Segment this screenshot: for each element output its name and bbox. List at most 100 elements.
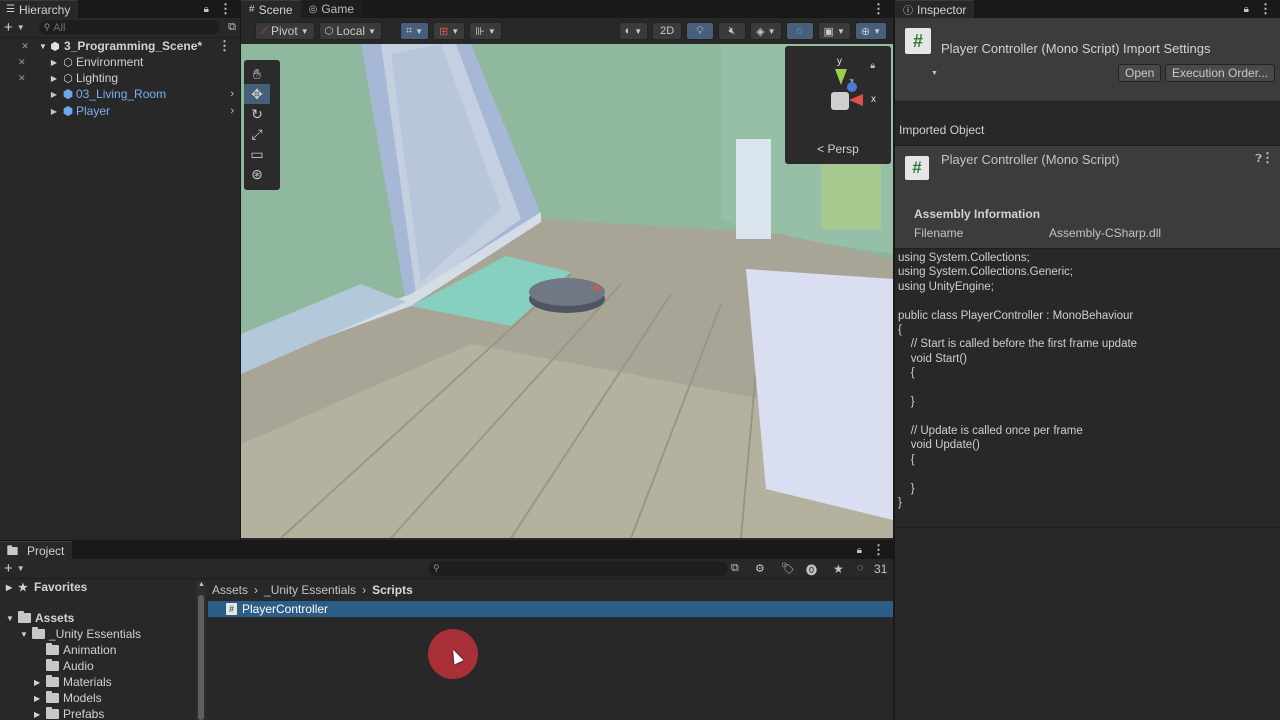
scene-viewport[interactable]: ✋︎ ✥ ↻ ⤢ ▭ ⊛ 🔒︎ y z x < Persp	[241, 44, 893, 538]
star-icon[interactable]: ★	[833, 562, 844, 576]
hand-tool-icon[interactable]: ✋︎	[244, 64, 270, 84]
lock-icon[interactable]: 🔒︎	[857, 545, 862, 556]
chevron-down-icon[interactable]: ▼	[17, 564, 25, 573]
hierarchy-item-lighting[interactable]: ✕ ▶ ⬡ Lighting	[0, 70, 240, 86]
move-tool-icon[interactable]: ✥	[244, 84, 270, 104]
tree-item-prefabs[interactable]: ▶ Prefabs	[0, 706, 196, 720]
filter-by-label-icon[interactable]: ⚙︎	[755, 562, 765, 575]
cube-icon: ⬡	[324, 25, 334, 37]
chevron-right-icon[interactable]: ▶	[48, 90, 60, 99]
visibility-toggle-icon[interactable]: ✕	[18, 73, 26, 84]
tab-label: Game	[321, 2, 355, 16]
visibility-toggle-icon[interactable]: ✕	[18, 57, 26, 68]
inspector-panel: ⓘ Inspector 🔒︎ ⋮ # ▼ Player Controller (…	[895, 0, 1280, 720]
grid-snap-toggle[interactable]: ⌗ ▼	[399, 22, 430, 40]
breadcrumb-unity-essentials[interactable]: _Unity Essentials	[264, 583, 356, 597]
tab-inspector[interactable]: ⓘ Inspector	[895, 0, 975, 18]
folder-icon	[46, 643, 59, 655]
tree-item-models[interactable]: ▶ Models	[0, 690, 196, 706]
camera-icon: ▣	[823, 25, 834, 38]
hierarchy-item-player[interactable]: ▶ ⬢ Player ›	[0, 103, 240, 119]
persp-toggle[interactable]: < Persp	[785, 142, 891, 156]
add-icon[interactable]: +	[4, 19, 13, 36]
shading-mode-dropdown[interactable]: ◐ ▼	[618, 22, 649, 40]
gizmos-dropdown[interactable]: ⊕ ▼	[854, 22, 887, 40]
increment-snap-toggle[interactable]: ⊪ ▼	[469, 22, 502, 40]
tree-item-animation[interactable]: Animation	[0, 642, 196, 658]
tree-item-unity-essentials[interactable]: ▼ _Unity Essentials	[0, 626, 196, 642]
project-tabbar: Project 🔒︎ ⋮	[0, 541, 893, 559]
gizmo-x-label: x	[871, 94, 876, 105]
filter-scene-icon[interactable]: ⧉	[228, 21, 236, 34]
hierarchy-tab-label: Hierarchy	[18, 2, 71, 17]
scene-visibility-toggle[interactable]: ◌	[785, 22, 814, 40]
open-prefab-icon[interactable]: ›	[230, 88, 234, 100]
hierarchy-item-label: 03_Living_Room	[76, 87, 167, 101]
warning-icon[interactable]: ⓿	[806, 562, 817, 578]
code-line: }	[898, 482, 915, 495]
tag-icon[interactable]: 🏷︎	[781, 562, 795, 575]
open-prefab-icon[interactable]: ›	[230, 105, 234, 117]
lighting-toggle[interactable]: 💡︎	[686, 22, 715, 40]
breadcrumb-scripts[interactable]: Scripts	[372, 583, 413, 597]
breadcrumb-assets[interactable]: Assets	[212, 583, 248, 597]
hidden-count: 31	[874, 562, 888, 576]
camera-dropdown[interactable]: ▣ ▼	[817, 22, 851, 40]
open-button[interactable]: Open	[1118, 64, 1162, 82]
rect-tool-icon[interactable]: ▭	[244, 144, 270, 164]
lock-icon[interactable]: 🔒︎	[1244, 4, 1249, 15]
more-options-icon[interactable]: ⋮	[219, 2, 232, 15]
orientation-gizmo[interactable]: 🔒︎ y z x < Persp	[785, 46, 891, 164]
scale-tool-icon[interactable]: ⤢	[244, 124, 270, 144]
tab-game[interactable]: ◎ Game	[300, 0, 363, 18]
chevron-right-icon[interactable]: ▶	[48, 58, 60, 67]
tab-scene[interactable]: # Scene	[241, 0, 301, 18]
tab-project[interactable]: Project	[0, 541, 73, 559]
folder-icon	[46, 659, 59, 671]
z-axis-cone	[847, 82, 857, 92]
add-icon[interactable]: +	[4, 560, 13, 577]
transform-tool-icon[interactable]: ⊛	[244, 164, 270, 184]
file-row-player-controller[interactable]: # PlayerController	[208, 601, 893, 617]
folder-icon	[46, 707, 59, 719]
hierarchy-item-living-room[interactable]: ▶ ⬢ 03_Living_Room ›	[0, 86, 240, 102]
visibility-toggle-icon[interactable]: ✕	[18, 41, 32, 52]
grid-visibility-toggle[interactable]: ⊞ ▼	[433, 22, 466, 40]
audio-toggle[interactable]: 🔇︎	[718, 22, 747, 40]
chevron-down-icon[interactable]: ▼	[38, 42, 48, 51]
rotate-tool-icon[interactable]: ↻	[244, 104, 270, 124]
lock-icon[interactable]: 🔒︎	[204, 4, 209, 15]
more-options-icon[interactable]: ⋮	[872, 2, 885, 15]
assets-row[interactable]: ▼ Assets	[0, 610, 196, 626]
more-options-icon[interactable]: ⋮	[872, 543, 885, 556]
scrollbar-thumb[interactable]	[198, 595, 204, 720]
tree-item-audio[interactable]: Audio	[0, 658, 196, 674]
more-options-icon[interactable]: ⋮	[1259, 2, 1272, 15]
tree-scrollbar[interactable]: ▲	[196, 581, 206, 720]
component-options-icon[interactable]: ⋮	[1261, 151, 1274, 164]
search-input[interactable]: ⚲ All	[38, 20, 221, 35]
2d-toggle[interactable]: 2D	[652, 22, 683, 40]
pivot-dropdown[interactable]: ⟋ Pivot ▼	[255, 22, 315, 40]
effects-dropdown[interactable]: ◈ ▼	[750, 22, 782, 40]
execution-order-button[interactable]: Execution Order...	[1165, 64, 1276, 82]
local-dropdown[interactable]: ⬡ Local ▼	[318, 22, 382, 40]
search-by-type-icon[interactable]: ⧉	[731, 562, 739, 575]
grid-icon: ⊞	[439, 25, 449, 38]
favorites-row[interactable]: ▶ ★ Favorites	[0, 579, 196, 595]
hierarchy-item-environment[interactable]: ✕ ▶ ⬡ Environment	[0, 54, 240, 70]
hierarchy-item-label: Environment	[76, 55, 144, 69]
project-search-input[interactable]: ⚲	[428, 561, 728, 576]
chevron-right-icon[interactable]: ▶	[48, 107, 60, 116]
chevron-down-icon[interactable]: ▼	[17, 23, 25, 32]
chevron-right-icon[interactable]: ▶	[48, 74, 60, 83]
scene-root-row[interactable]: ✕ ▼ ⬢ 3_Programming_Scene* ⋮	[0, 38, 240, 54]
scene-toolbar: ⟋ Pivot ▼ ⬡ Local ▼ ⌗ ▼ ⊞ ▼ ⊪ ▼ ◐ ▼ 2D 💡…	[241, 18, 893, 44]
tab-hierarchy[interactable]: ☰ Hierarchy	[0, 0, 79, 18]
scene-options-icon[interactable]: ⋮	[218, 39, 231, 52]
chevron-down-icon[interactable]: ▼	[931, 70, 938, 77]
scroll-up-icon[interactable]: ▲	[198, 581, 205, 588]
tree-item-materials[interactable]: ▶ Materials	[0, 674, 196, 690]
hidden-packages-icon[interactable]: ◌	[857, 562, 864, 574]
